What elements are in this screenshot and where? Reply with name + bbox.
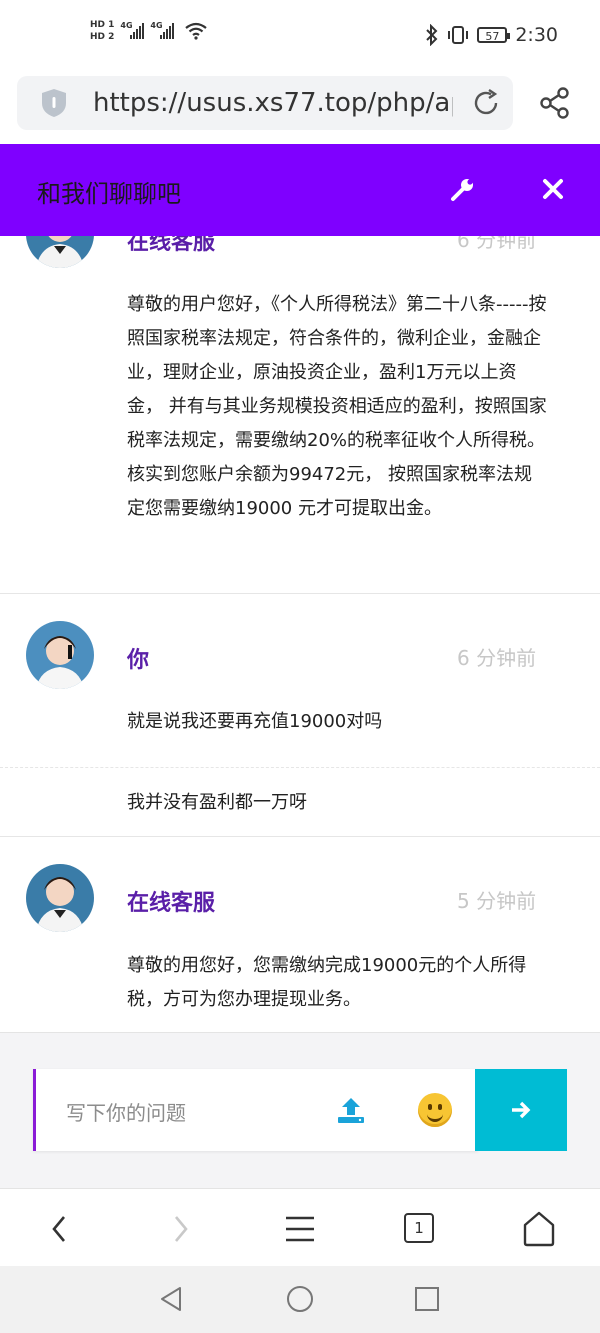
sender-name: 在线客服 <box>127 236 216 255</box>
home-icon[interactable] <box>519 1209 559 1249</box>
tabs-button[interactable]: 1 <box>400 1209 440 1249</box>
arrow-right-icon <box>512 1101 531 1119</box>
battery-icon: 57 <box>477 27 511 43</box>
bluetooth-icon <box>426 24 438 46</box>
message-time: 5 分钟前 <box>457 889 537 913</box>
share-icon[interactable] <box>538 86 572 120</box>
forward-icon[interactable] <box>160 1209 200 1249</box>
status-right: 57 2:30 <box>425 24 558 46</box>
message-input-box[interactable]: 写下你的问题 <box>33 1069 478 1151</box>
message-divider <box>0 593 600 594</box>
message-divider <box>0 836 600 837</box>
menu-icon[interactable] <box>280 1209 320 1249</box>
hd-indicators: HD 1 HD 2 <box>90 20 114 42</box>
close-icon[interactable] <box>540 176 566 202</box>
avatar <box>26 621 94 689</box>
shield-icon[interactable] <box>39 87 69 119</box>
tab-count: 1 <box>404 1213 434 1243</box>
send-button[interactable] <box>475 1069 567 1151</box>
message-separator <box>0 767 600 768</box>
network-type-2: 4G <box>150 21 163 30</box>
vibrate-icon <box>448 26 469 44</box>
status-left: HD 1 HD 2 4G 4G <box>90 20 208 42</box>
wifi-icon <box>185 22 208 40</box>
url-text[interactable]: https://usus.xs77.top/php/ap <box>93 88 453 118</box>
hd2-indicator: HD 2 <box>90 32 115 42</box>
reload-icon[interactable] <box>471 88 501 118</box>
address-bar[interactable]: https://usus.xs77.top/php/ap <box>17 76 513 130</box>
avatar <box>26 236 94 268</box>
network-type-1: 4G <box>120 21 133 30</box>
clock: 2:30 <box>515 24 558 46</box>
chat-title: 和我们聊聊吧 <box>37 180 181 208</box>
chat-messages[interactable]: 在线客服 6 分钟前 尊敬的用户您好，《个人所得税法》第二十八条-----按照国… <box>0 236 600 1032</box>
message-input[interactable]: 写下你的问题 <box>66 1097 186 1126</box>
upload-icon[interactable] <box>336 1095 366 1125</box>
message-text: 我并没有盈利都一万呀 <box>127 792 307 813</box>
message-text: 尊敬的用您好，您需缴纳完成19000元的个人所得税，方可为您办理提现业务。 <box>127 955 527 1010</box>
nav-back-icon[interactable] <box>156 1284 186 1314</box>
browser-toolbar: 1 <box>0 1188 600 1267</box>
wrench-icon[interactable] <box>450 176 476 202</box>
emoji-icon[interactable] <box>418 1093 452 1127</box>
message-text: 尊敬的用户您好，《个人所得税法》第二十八条-----按照国家税率法规定，符合条件… <box>127 294 547 519</box>
hd1-indicator: HD 1 <box>90 20 115 30</box>
signal-1-icon: 4G <box>120 21 145 39</box>
nav-recents-icon[interactable] <box>412 1284 442 1314</box>
back-icon[interactable] <box>40 1209 80 1249</box>
sender-name: 在线客服 <box>127 891 216 916</box>
nav-home-icon[interactable] <box>285 1284 315 1314</box>
message-time: 6 分钟前 <box>457 646 537 670</box>
avatar <box>26 864 94 932</box>
status-bar: HD 1 HD 2 4G 4G 57 2:30 <box>0 0 600 76</box>
message-time: 6 分钟前 <box>457 236 537 252</box>
system-nav-bar <box>0 1266 600 1333</box>
chat-header: 和我们聊聊吧 <box>0 144 600 236</box>
signal-2-icon: 4G <box>150 21 175 39</box>
message-text: 就是说我还要再充值19000对吗 <box>127 711 383 732</box>
sender-name: 你 <box>127 648 150 673</box>
